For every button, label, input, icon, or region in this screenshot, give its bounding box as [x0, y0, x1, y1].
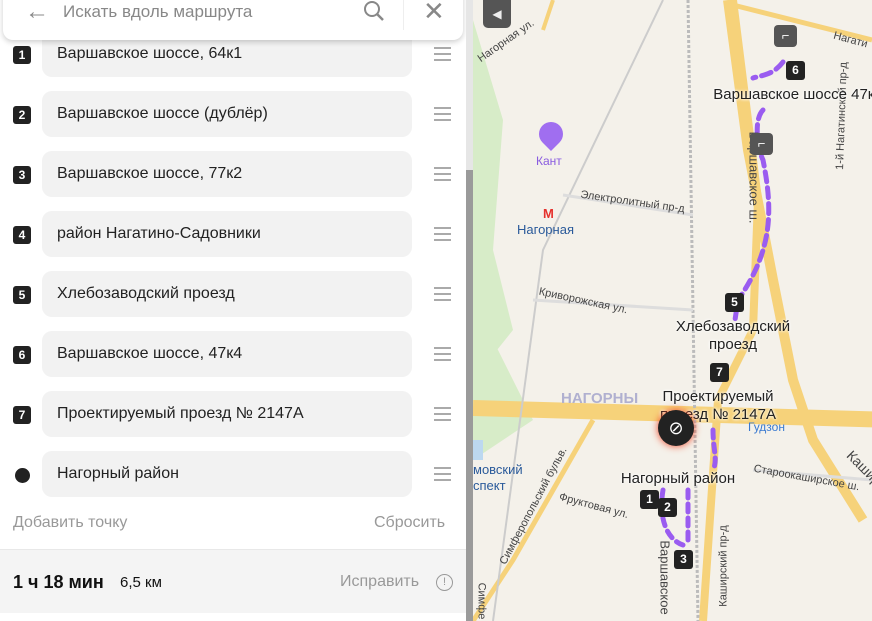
divider: [403, 0, 404, 30]
route-point-input[interactable]: Варшавское шоссе, 47к4: [42, 331, 412, 377]
search-input[interactable]: Искать вдоль маршрута: [63, 2, 252, 22]
route-point-marker: 3: [13, 166, 31, 184]
add-point-button[interactable]: Добавить точку: [13, 514, 127, 532]
destination-pin-icon[interactable]: ⊘: [658, 410, 694, 446]
map-marker[interactable]: 1: [640, 490, 659, 509]
route-point-input[interactable]: Хлебозаводский проезд: [42, 271, 412, 317]
fix-button[interactable]: Исправить: [340, 573, 419, 591]
stairs-icon[interactable]: ⌐: [750, 133, 773, 155]
search-icon[interactable]: [363, 0, 385, 22]
poi-label[interactable]: Кант: [536, 154, 562, 168]
map-marker[interactable]: 7: [710, 363, 729, 382]
route-point-row: 6 Варшавское шоссе, 47к4: [0, 331, 466, 377]
map-marker[interactable]: 2: [658, 498, 677, 517]
street-label: Варшавское: [657, 540, 673, 615]
route-point-input[interactable]: Нагорный район: [42, 451, 412, 497]
destination-dot-icon: [15, 468, 30, 483]
close-icon[interactable]: ✕: [423, 0, 445, 27]
route-distance: 6,5 км: [120, 574, 162, 591]
scrollbar-thumb[interactable]: [466, 170, 473, 621]
route-point-marker: 4: [13, 226, 31, 244]
route-point-marker: 7: [13, 406, 31, 424]
route-point-marker: 2: [13, 106, 31, 124]
arrow-left-icon[interactable]: ←: [25, 0, 49, 26]
search-bar: ← Искать вдоль маршрута ✕: [3, 0, 463, 40]
map-marker[interactable]: 6: [786, 61, 805, 80]
info-icon[interactable]: !: [436, 574, 453, 591]
collapse-panel-button[interactable]: ◀: [483, 0, 511, 28]
metro-label[interactable]: Нагорная: [517, 222, 574, 237]
route-point-marker: 1: [13, 46, 31, 64]
drag-handle-icon[interactable]: [434, 467, 451, 481]
drag-handle-icon[interactable]: [434, 167, 451, 181]
route-summary: 1 ч 18 мин 6,5 км Исправить !: [0, 549, 466, 613]
route-point-row: 4 район Нагатино-Садовники: [0, 211, 466, 257]
route-point-input[interactable]: район Нагатино-Садовники: [42, 211, 412, 257]
route-point-row: Нагорный район: [0, 451, 466, 497]
drag-handle-icon[interactable]: [434, 47, 451, 61]
street-label: Каширский пр-д: [717, 525, 730, 607]
metro-icon: М: [543, 206, 554, 221]
route-point-row: 2 Варшавское шоссе (дублёр): [0, 91, 466, 137]
drag-handle-icon[interactable]: [434, 107, 451, 121]
route-point-marker: 6: [13, 346, 31, 364]
map-marker[interactable]: 3: [674, 550, 693, 569]
district-label: НАГОРНЫ: [561, 390, 639, 407]
map[interactable]: ◀ Нагорная ул. Электролитный пр-д Кривор…: [473, 0, 872, 621]
route-point-input[interactable]: Варшавское шоссе, 77к2: [42, 151, 412, 197]
waypoint-label: Нагорный район: [620, 470, 736, 487]
waypoint-label: Варшавское шоссе 47к4: [713, 86, 872, 103]
waypoint-label: Хлебозаводский проезд: [675, 318, 791, 353]
route-point-row: 3 Варшавское шоссе, 77к2: [0, 151, 466, 197]
route-point-input[interactable]: Варшавское шоссе (дублёр): [42, 91, 412, 137]
metro-label[interactable]: мовский спект: [473, 462, 523, 494]
drag-handle-icon[interactable]: [434, 287, 451, 301]
drag-handle-icon[interactable]: [434, 227, 451, 241]
route-time: 1 ч 18 мин: [13, 572, 104, 592]
map-marker[interactable]: 5: [725, 293, 744, 312]
route-panel: ← Искать вдоль маршрута ✕ 1 Варшавское шо…: [0, 0, 466, 621]
scrollbar[interactable]: [466, 0, 473, 621]
route-point-row: 7 Проектируемый проезд № 2147А: [0, 391, 466, 437]
drag-handle-icon[interactable]: [434, 347, 451, 361]
route-point-marker: 5: [13, 286, 31, 304]
drag-handle-icon[interactable]: [434, 407, 451, 421]
stairs-icon[interactable]: ⌐: [774, 25, 797, 47]
route-point-row: 5 Хлебозаводский проезд: [0, 271, 466, 317]
street-label: Симфе: [475, 582, 488, 620]
reset-button[interactable]: Сбросить: [374, 514, 445, 532]
route-point-input[interactable]: Проектируемый проезд № 2147А: [42, 391, 412, 437]
